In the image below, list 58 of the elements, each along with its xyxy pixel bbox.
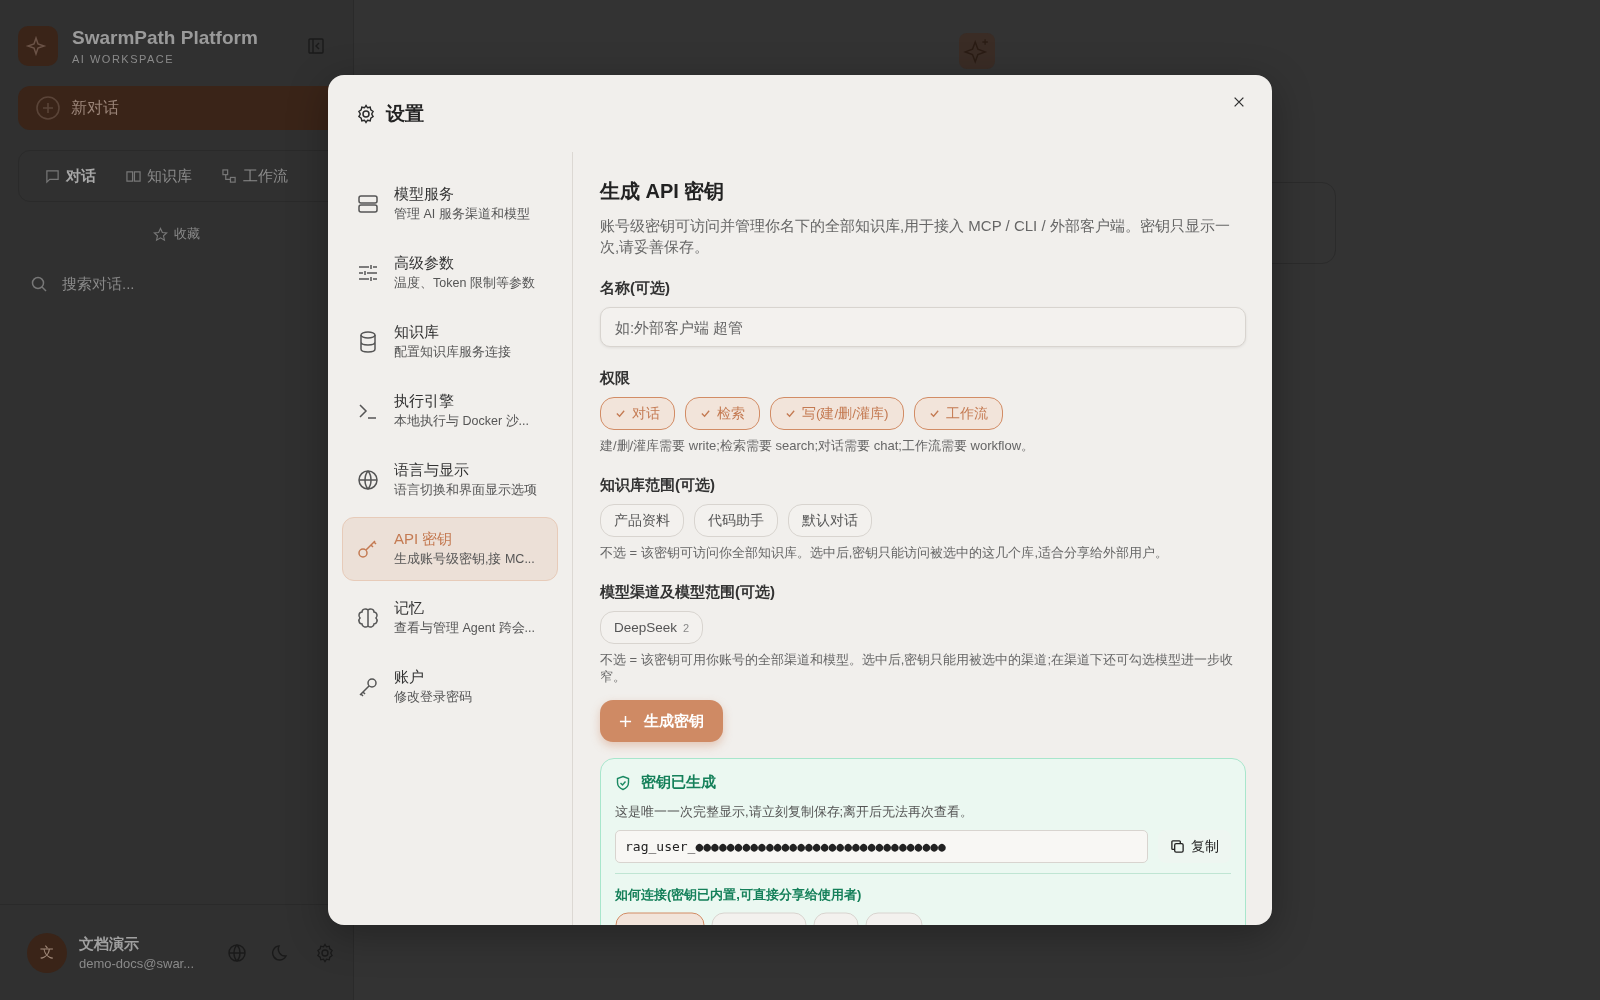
settings-nav-item[interactable]: API 密钥 生成账号级密钥,接 MC... (342, 517, 558, 581)
settings-nav-item[interactable]: 高级参数 温度、Token 限制等参数 (342, 241, 558, 305)
field-label: 名称(可选) (600, 279, 670, 298)
sidebar-tab[interactable]: 对话 (37, 160, 104, 192)
server-icon (356, 192, 380, 216)
sidebar-tab[interactable]: 工作流 (214, 160, 296, 192)
favorites-link[interactable]: 收藏 (147, 224, 206, 244)
user-email: demo-docs@swar... (79, 955, 196, 971)
shield-check-icon (615, 774, 631, 791)
settings-nav-item[interactable]: 账户 修改登录密码 (342, 655, 558, 719)
star-icon (153, 226, 168, 242)
field-label: 模型渠道及模型范围(可选) (600, 583, 775, 602)
globe-icon[interactable] (227, 942, 247, 963)
plus-circle-icon (35, 95, 61, 121)
user-avatar: 文 (27, 932, 67, 973)
search-field[interactable]: 搜索对话... (60, 274, 264, 293)
hint-text: 不选 = 该密钥可访问你全部知识库。选中后,密钥只能访问被选中的这几个库,适合分享给外部用户。 (600, 544, 1169, 561)
hint-text: 建/删/灌库需要 write;检索需要 search;对话需要 chat;工作流需要 workflow。 (600, 437, 1035, 454)
section-description: 账号级密钥可访问并管理你名下的全部知识库,用于接入 MCP / CLI / 外部客户端。密钥只显示一次,请妥善保存。 (600, 216, 1231, 257)
check-icon (700, 408, 711, 419)
channel-chip[interactable]: DeepSeek 2 (600, 611, 704, 644)
sidebar-tab[interactable]: 知识库 (118, 160, 200, 192)
settings-nav-item[interactable]: 执行引擎 本地执行与 Docker 沙... (342, 379, 558, 443)
settings-icon (356, 103, 376, 124)
hint-text: 不选 = 该密钥可用你账号的全部渠道和模型。选中后,密钥只能用被选中的渠道;在渠道下还可勾选模型进一步收窄。 (600, 651, 1235, 685)
globe-icon (356, 468, 380, 492)
dialog-title: 设置 (386, 101, 424, 126)
user-name: 文档演示 (79, 934, 140, 954)
field-label: 权限 (600, 369, 630, 388)
sparkle-icon (959, 33, 995, 69)
result-notice: 这是唯一一次完整显示,请立刻复制保存;离开后无法再次查看。 (615, 803, 974, 821)
section-title: 生成 API 密钥 (600, 179, 725, 204)
result-title: 密钥已生成 (641, 773, 716, 792)
check-icon (615, 408, 626, 419)
brain-icon (356, 606, 380, 630)
flow-icon (222, 168, 237, 184)
settings-nav-item[interactable]: 语言与显示 语言切换和界面显示选项 (342, 448, 558, 512)
name-input[interactable]: 如:外部客户端 超管 (600, 307, 1246, 347)
knowledge-base-chip[interactable]: 产品资料 (600, 504, 684, 537)
key-field[interactable]: rag_user_●●●●●●●●●●●●●●●●●●●●●●●●●●●●●●●● (615, 830, 1148, 863)
sparkle-logo-icon (18, 26, 58, 66)
copy-icon (1170, 839, 1185, 854)
book-icon (126, 168, 141, 184)
connect-label: 如何连接(密钥已内置,可直接分享给使用者) (615, 886, 862, 904)
knowledge-base-chip[interactable]: 默认对话 (788, 504, 872, 537)
brand-subtitle: AI WORKSPACE (72, 53, 176, 65)
settings-nav-item[interactable]: 知识库 配置知识库服务连接 (342, 310, 558, 374)
settings-nav-item[interactable]: 模型服务 管理 AI 服务渠道和模型 (342, 172, 558, 236)
search-icon (30, 274, 48, 293)
knowledge-base-chip[interactable]: 代码助手 (694, 504, 778, 537)
check-icon (928, 408, 940, 419)
brand-name: SwarmPath Platform (72, 27, 259, 49)
field-label: 知识库范围(可选) (600, 476, 715, 495)
chat-bubble-icon (45, 168, 60, 184)
settings-nav-item[interactable]: 记忆 查看与管理 Agent 跨会... (342, 586, 558, 650)
check-icon (785, 408, 796, 419)
plus-icon (619, 714, 632, 728)
close-icon[interactable] (1232, 95, 1246, 109)
